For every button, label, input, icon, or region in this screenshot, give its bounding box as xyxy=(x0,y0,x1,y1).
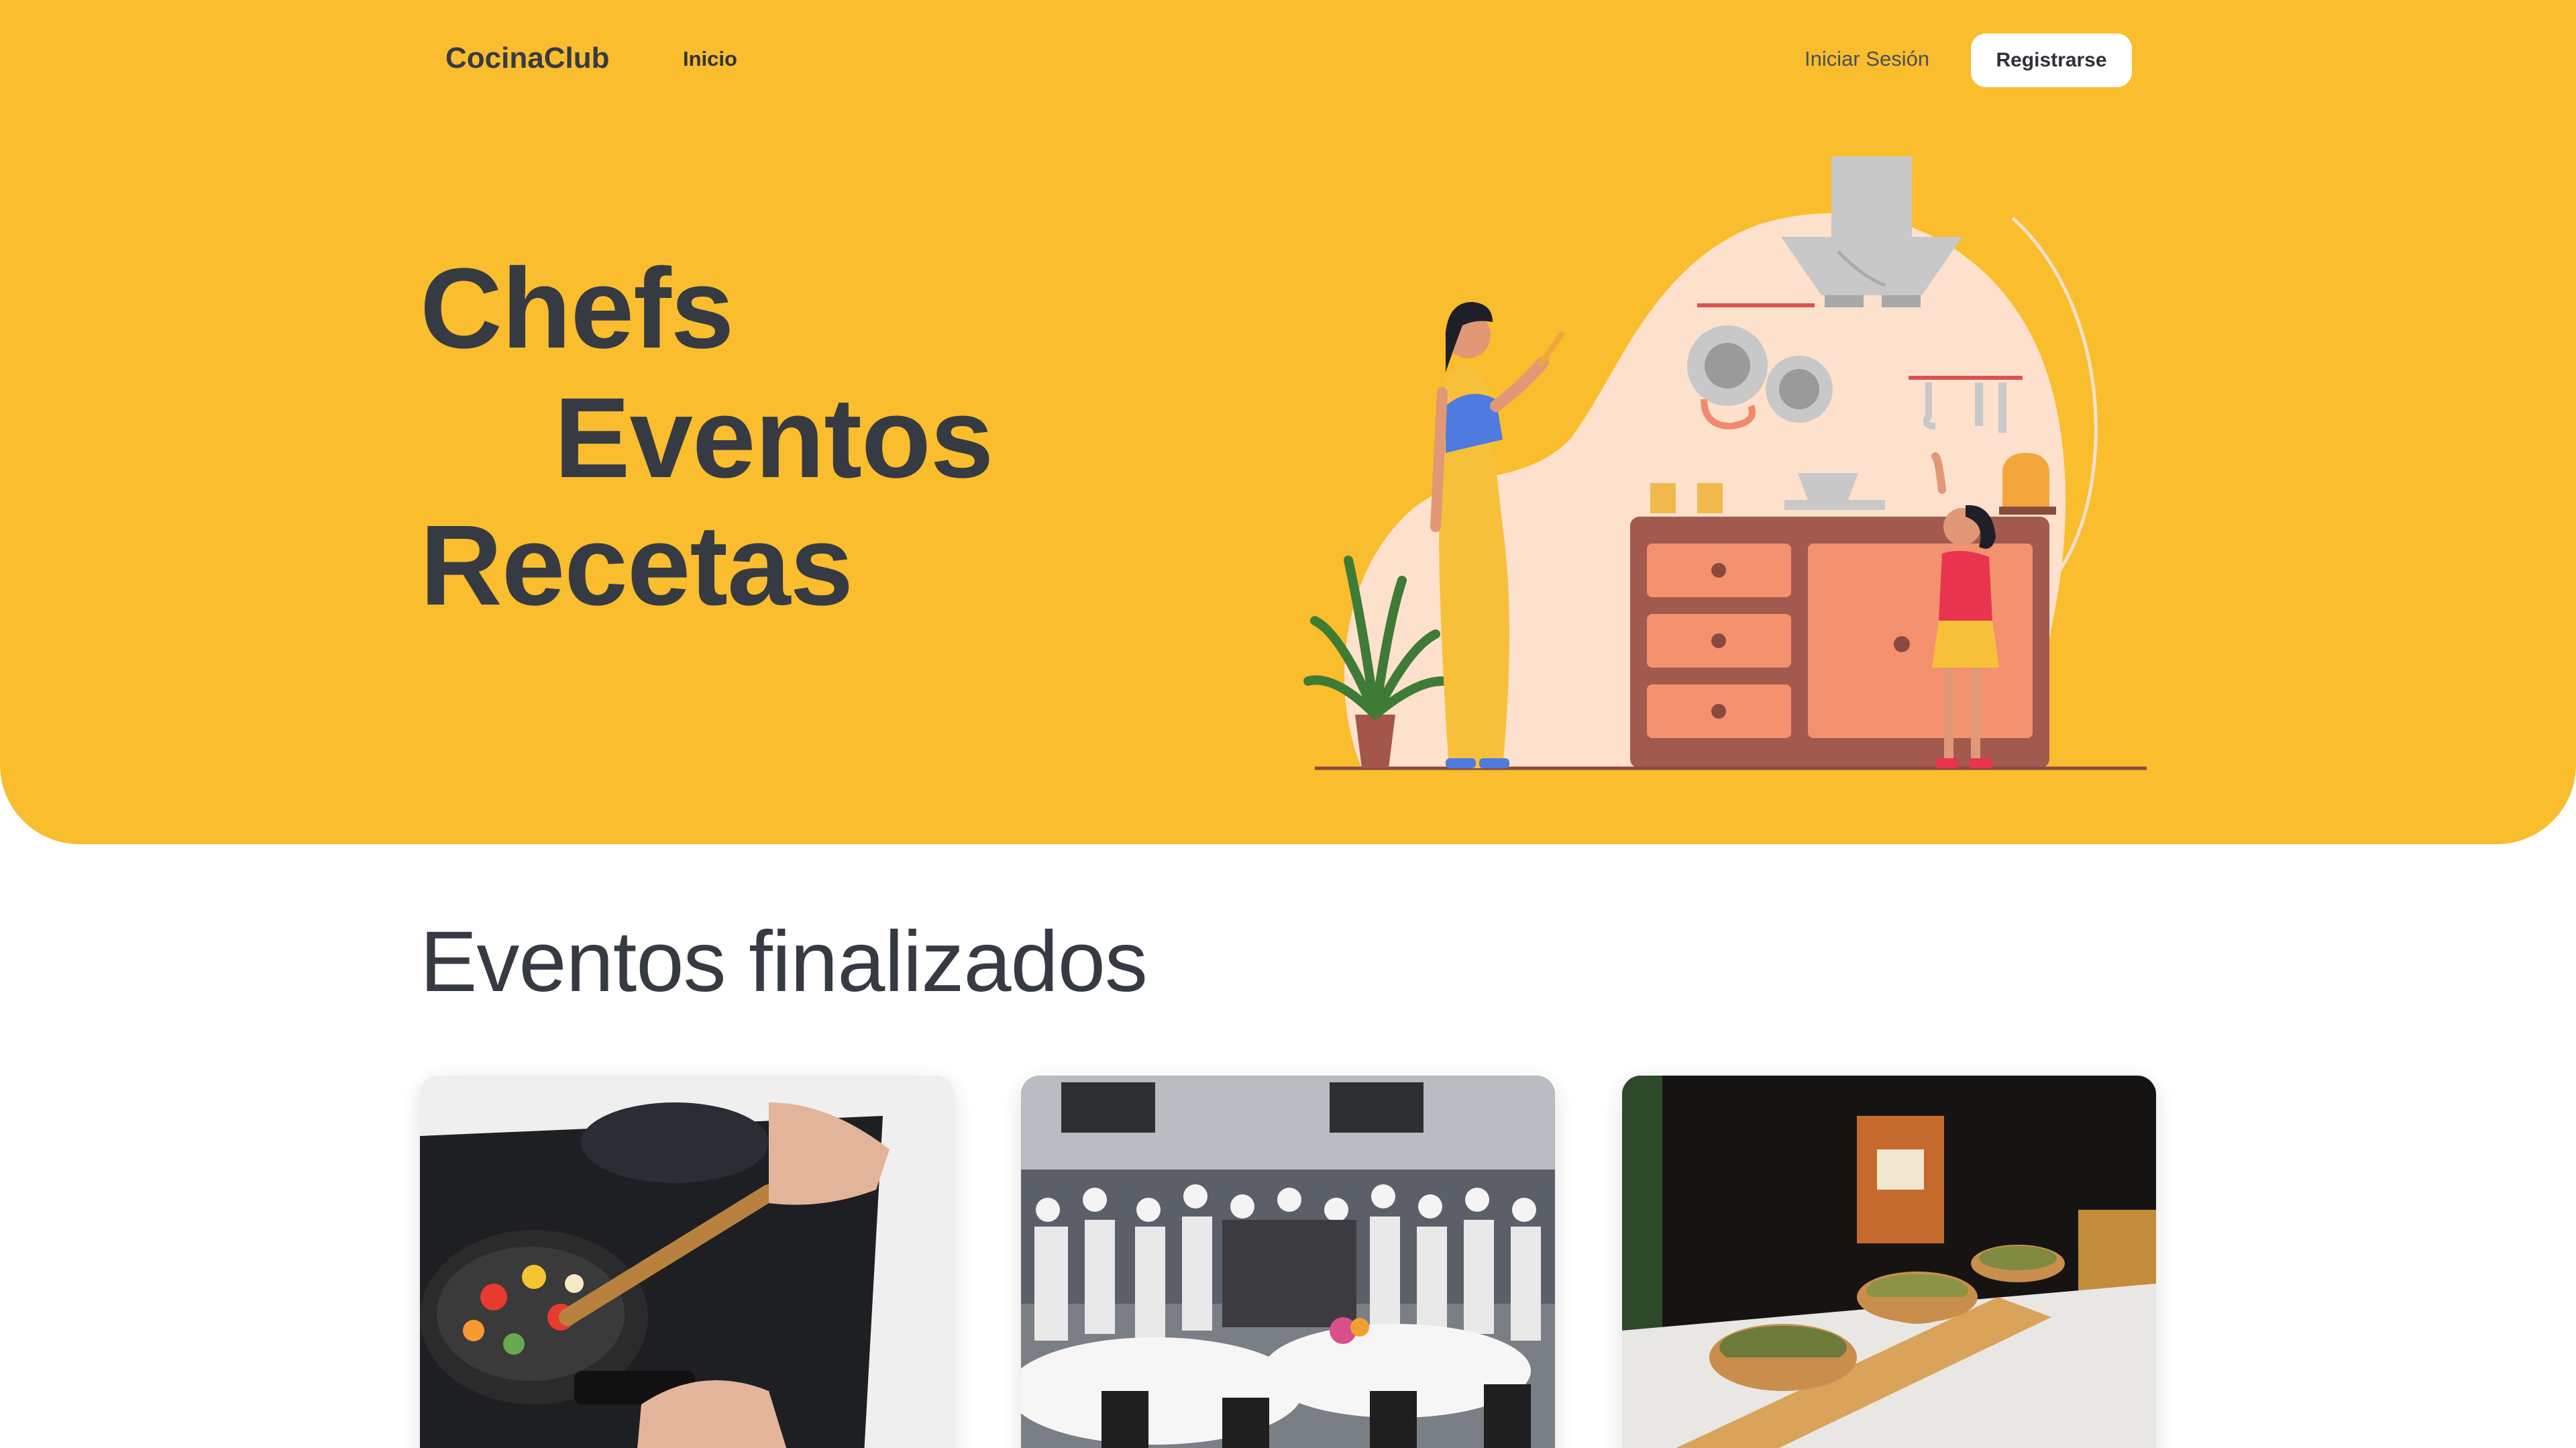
login-link[interactable]: Iniciar Sesión xyxy=(1805,47,1929,71)
hero-word-eventos: Eventos xyxy=(554,374,994,502)
section-title: Eventos finalizados xyxy=(420,914,1148,1010)
hero-section: CocinaClub Inicio Iniciar Sesión Registr… xyxy=(0,0,2576,844)
event-card[interactable] xyxy=(1021,1076,1555,1448)
event-card[interactable] xyxy=(420,1076,954,1448)
cooking-pan-photo-icon xyxy=(420,1076,954,1448)
brand-logo[interactable]: CocinaClub xyxy=(445,42,609,75)
nav-link-home[interactable]: Inicio xyxy=(683,47,737,71)
chefs-banquet-photo-icon xyxy=(1021,1076,1555,1448)
food-bowls-photo-icon xyxy=(1622,1076,2156,1448)
register-button[interactable]: Registrarse xyxy=(1971,34,2132,87)
kitchen-illustration-icon xyxy=(1303,156,2147,770)
hero-word-chefs: Chefs xyxy=(420,245,734,372)
event-card[interactable] xyxy=(1622,1076,2156,1448)
hero-word-recetas: Recetas xyxy=(420,502,853,629)
